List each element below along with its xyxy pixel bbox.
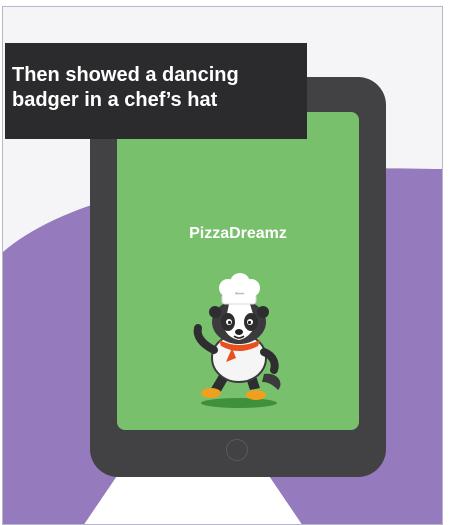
tablet-screen: PizzaDreamz	[117, 112, 359, 430]
caption-text: Then showed a dancing badger in a chef’s…	[12, 64, 239, 111]
home-button-icon	[226, 439, 248, 461]
app-title: PizzaDreamz	[189, 225, 287, 242]
slide-frame: PizzaDreamz Then showed a dancing badger…	[2, 6, 443, 525]
badger-chef-icon	[193, 273, 281, 408]
caption-banner: Then showed a dancing badger in a chef’s…	[5, 43, 307, 139]
